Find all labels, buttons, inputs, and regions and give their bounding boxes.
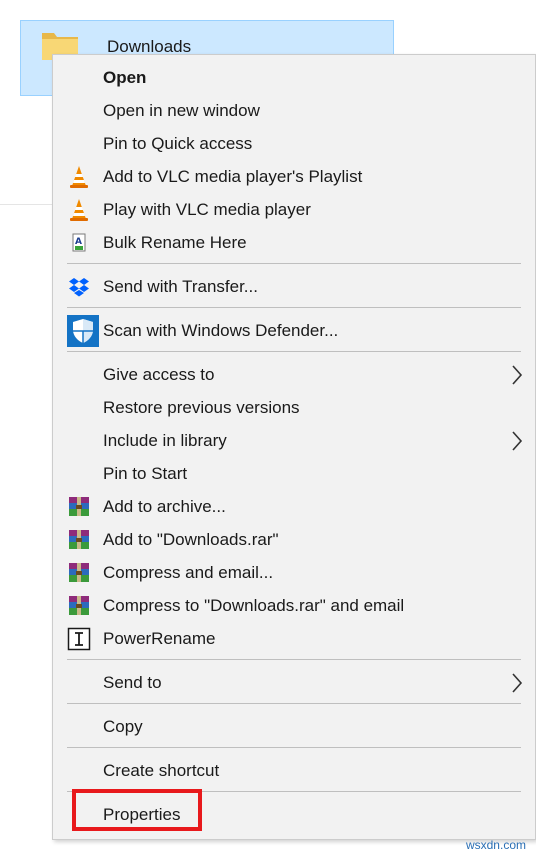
menu-item-pin-start[interactable]: Pin to Start [53,457,535,490]
chevron-right-icon [512,364,523,385]
menu-item-label: Create shortcut [103,760,220,780]
winrar-icon [69,496,89,516]
explorer-divider [0,204,54,205]
menu-item-label: Send with Transfer... [103,276,258,296]
menu-item-bulk-rename[interactable]: A Bulk Rename Here [53,226,535,259]
menu-item-add-archive[interactable]: Add to archive... [53,490,535,523]
menu-item-label: Scan with Windows Defender... [103,320,339,340]
menu-item-label: Send to [103,672,162,692]
powerrename-icon [67,627,91,650]
menu-separator [67,351,521,352]
menu-item-vlc-play[interactable]: Play with VLC media player [53,193,535,226]
menu-item-vlc-playlist[interactable]: Add to VLC media player's Playlist [53,160,535,193]
menu-item-compress-email[interactable]: Compress and email... [53,556,535,589]
menu-separator [67,747,521,748]
menu-separator [67,703,521,704]
menu-item-label: Add to "Downloads.rar" [103,529,279,549]
bulk-rename-icon: A [72,233,86,251]
winrar-icon [69,595,89,615]
menu-item-open-new-window[interactable]: Open in new window [53,94,535,127]
menu-item-create-shortcut[interactable]: Create shortcut [53,754,535,787]
svg-text:A: A [75,237,82,247]
menu-item-label: Add to VLC media player's Playlist [103,166,363,186]
menu-item-label: Restore previous versions [103,397,300,417]
menu-separator [67,659,521,660]
winrar-icon [69,562,89,582]
menu-separator [67,263,521,264]
menu-item-label: PowerRename [103,628,216,648]
menu-item-pin-quick-access[interactable]: Pin to Quick access [53,127,535,160]
properties-highlight-box [72,789,202,831]
winrar-icon [69,529,89,549]
menu-item-label: Add to archive... [103,496,226,516]
defender-shield-icon [67,314,99,347]
vlc-icon [70,198,88,221]
vlc-icon [70,165,88,188]
menu-item-add-downloads-rar[interactable]: Add to "Downloads.rar" [53,523,535,556]
watermark: wsxdn.com [465,838,526,852]
menu-item-label: Open [103,67,147,87]
menu-item-scan-defender[interactable]: Scan with Windows Defender... [53,314,535,347]
menu-item-powerrename[interactable]: PowerRename [53,622,535,655]
menu-item-label: Pin to Quick access [103,133,253,153]
menu-item-label: Bulk Rename Here [103,232,247,252]
menu-item-label: Pin to Start [103,463,188,483]
menu-item-send-transfer[interactable]: Send with Transfer... [53,270,535,303]
menu-item-open[interactable]: Open [53,61,535,94]
menu-item-label: Play with VLC media player [103,199,311,219]
dropbox-icon [69,277,89,296]
menu-item-label: Copy [103,716,143,736]
menu-separator [67,307,521,308]
chevron-right-icon [512,430,523,451]
menu-item-send-to[interactable]: Send to [53,666,535,699]
menu-item-label: Open in new window [103,100,260,120]
menu-item-compress-rar-email[interactable]: Compress to "Downloads.rar" and email [53,589,535,622]
menu-item-label: Include in library [103,430,227,450]
menu-item-label: Compress and email... [103,562,274,582]
menu-item-label: Compress to "Downloads.rar" and email [103,595,405,615]
menu-item-label: Give access to [103,364,215,384]
menu-item-include-library[interactable]: Include in library [53,424,535,457]
context-menu: Open Open in new window Pin to Quick acc… [52,54,536,840]
menu-item-restore-versions[interactable]: Restore previous versions [53,391,535,424]
menu-item-copy[interactable]: Copy [53,710,535,743]
menu-item-give-access[interactable]: Give access to [53,358,535,391]
chevron-right-icon [512,672,523,693]
